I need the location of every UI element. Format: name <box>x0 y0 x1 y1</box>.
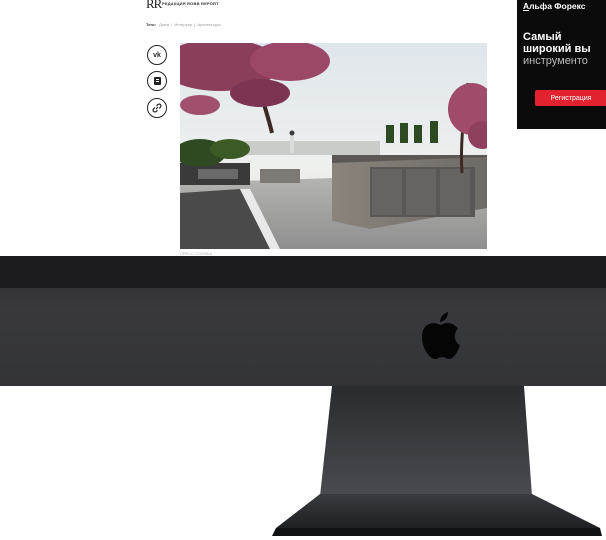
tag-link-architecture[interactable]: Архитектура <box>197 22 220 27</box>
monitor-screen: RR РЕДАКЦИЯ ROBB REPORT Теги: Дома | Инт… <box>0 0 606 256</box>
tags-title: Теги: <box>146 22 156 27</box>
site-logo-caption: РЕДАКЦИЯ ROBB REPORT <box>162 1 219 6</box>
book-icon <box>153 77 161 85</box>
ad-brand: Альфа Форекс <box>523 1 586 11</box>
link-icon <box>152 103 162 113</box>
ad-register-button[interactable]: Регистрация <box>535 90 606 106</box>
share-link-button[interactable] <box>147 98 167 118</box>
monitor-stand <box>272 386 602 536</box>
site-logo[interactable]: RR <box>146 0 162 12</box>
ad-banner[interactable]: Альфа Форекс Самый широкий вы инструмент… <box>517 0 606 129</box>
tag-link-interior[interactable]: Интерьер <box>174 22 192 27</box>
article-tags: Теги: Дома | Интерьер | Архитектура <box>146 22 221 27</box>
vk-icon: vk <box>153 51 161 59</box>
share-book-button[interactable] <box>147 71 167 91</box>
tag-link-homes[interactable]: Дома <box>159 22 169 27</box>
share-vk-button[interactable]: vk <box>147 45 167 65</box>
bezel-top-edge <box>0 256 606 288</box>
hero-image <box>180 43 487 249</box>
tag-separator: | <box>171 22 173 27</box>
apple-logo-icon <box>422 312 460 359</box>
tag-separator: | <box>194 22 196 27</box>
ad-subline: инструменто <box>523 55 588 67</box>
monitor-bezel <box>0 256 606 386</box>
ad-headline: Самый широкий вы <box>523 31 591 55</box>
